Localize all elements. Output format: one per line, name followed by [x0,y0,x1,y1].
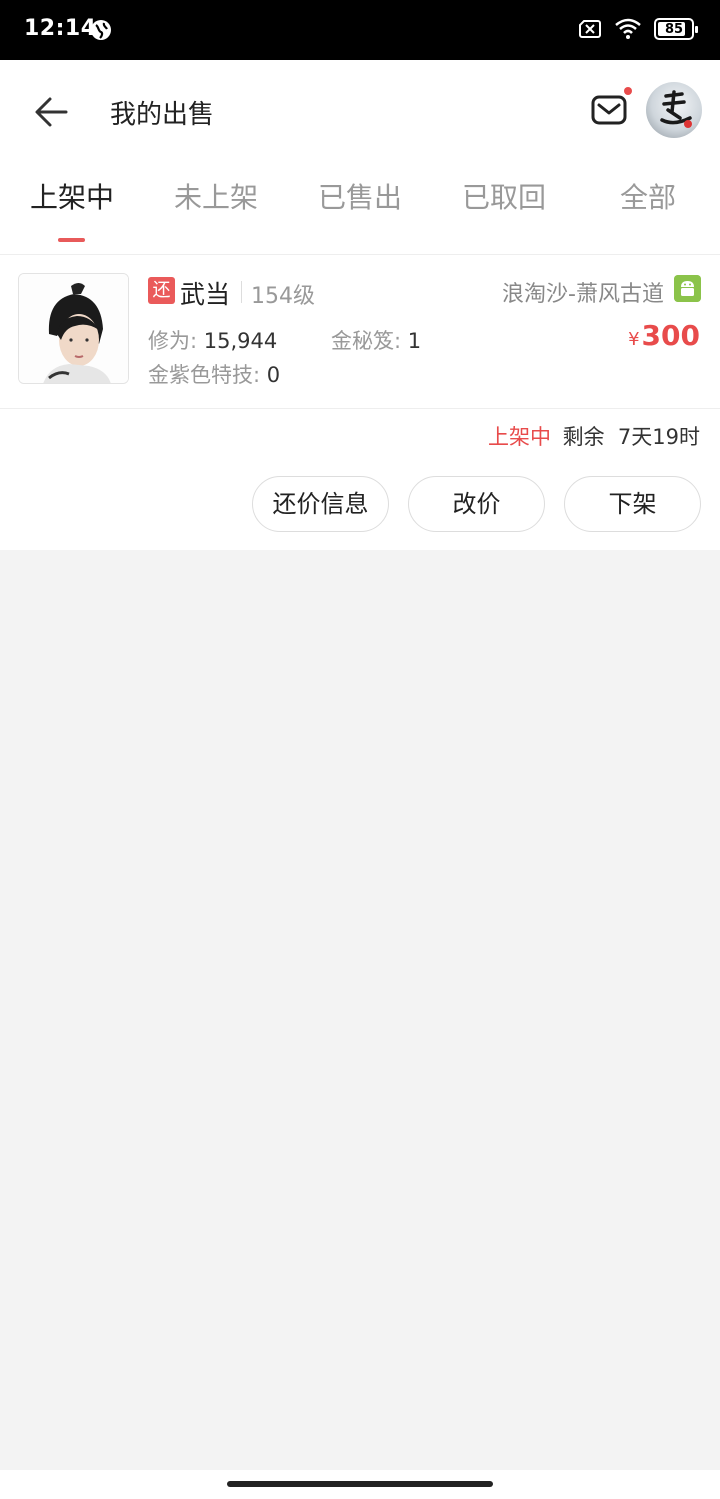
battery-icon: 85 [654,18,698,40]
status-icons: 85 [578,18,698,40]
page-title: 我的出售 [110,100,215,130]
status-time: 12:14 [24,16,97,41]
back-arrow-icon[interactable] [30,90,74,134]
server-name: 浪淘沙-萧风古道 [502,282,664,307]
character-school: 武当 [180,280,231,309]
android-icon [674,275,701,302]
skill-stat: 金紫色特技: 0 [148,359,280,389]
status-bar: 12:14 85 [0,0,720,60]
remaining-time: 剩余 7天19时 [562,425,700,449]
tab-sold[interactable]: 已售出 [305,176,415,216]
game-avatar[interactable] [646,82,702,138]
cultivation-label: 修为: [148,329,198,353]
price: ¥300 [628,319,700,352]
character-thumbnail [18,273,129,384]
tab-indicator [58,238,85,242]
gold-book-label: 金秘笈: [331,329,402,353]
tab-listed[interactable]: 上架中 [17,176,127,216]
skill-label: 金紫色特技: [148,363,261,387]
gold-book-value: 1 [407,329,422,353]
card-divider [0,408,720,409]
delist-button[interactable]: 下架 [564,476,701,532]
sim-off-icon [579,20,601,38]
tab-bar: 上架中 未上架 已售出 已取回 全部 [0,160,720,255]
tab-all[interactable]: 全部 [593,176,703,216]
tab-retrieved[interactable]: 已取回 [449,176,559,216]
change-price-button[interactable]: 改价 [408,476,545,532]
notification-dot [624,87,632,95]
globe-icon [91,20,111,40]
tab-unlisted[interactable]: 未上架 [161,176,271,216]
currency-symbol: ¥ [628,329,640,350]
divider [241,281,242,303]
skill-value: 0 [266,363,281,387]
listing-status: 上架中 [488,425,551,449]
listing-card[interactable]: 还 武当 154级 浪淘沙-萧风古道 修为: 15,944 金秘笈: 1 金紫色… [0,255,720,550]
price-value: 300 [641,319,700,352]
battery-level: 85 [664,21,684,37]
counter-offer-tag: 还 [148,277,175,304]
wifi-icon [615,18,641,39]
app-bar: 我的出售 [0,60,720,160]
counter-offer-info-button[interactable]: 还价信息 [252,476,389,532]
cultivation-stat: 修为: 15,944 [148,325,277,355]
home-indicator[interactable] [227,1481,493,1487]
gold-book-stat: 金秘笈: 1 [331,325,421,355]
character-level: 154级 [251,284,315,309]
cultivation-value: 15,944 [203,329,278,353]
calligraphy-logo-icon [660,90,692,128]
mail-icon[interactable] [590,92,628,128]
